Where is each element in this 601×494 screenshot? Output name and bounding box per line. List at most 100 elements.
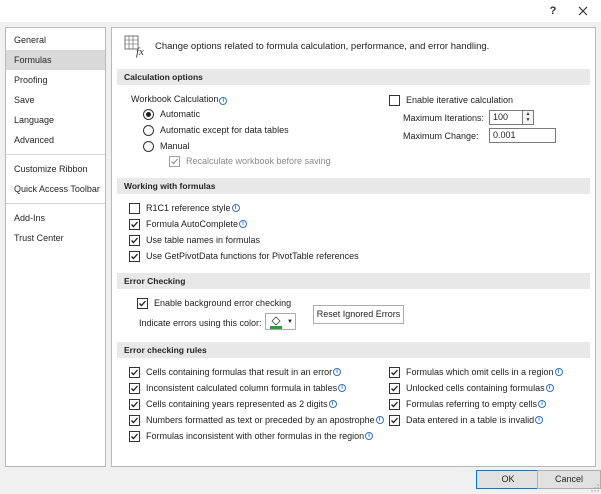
section-working-with-formulas: Working with formulas (117, 178, 590, 194)
formula-autocomplete-checkbox[interactable]: Formula AutoComplete i (129, 217, 248, 231)
rule-omit-cells-checkbox[interactable]: Formulas which omit cells in a region i (389, 365, 563, 379)
close-icon (578, 6, 588, 16)
checkbox[interactable] (129, 250, 140, 262)
rule-label: Data entered in a table is invalid (406, 415, 535, 425)
max-iterations-spinner[interactable]: ▲ ▼ (522, 110, 534, 125)
info-icon: i (545, 384, 554, 392)
use-table-names-label: Use table names in formulas (146, 235, 261, 245)
radio-automatic-except-tables[interactable]: Automatic except for data tables (143, 123, 289, 137)
check-icon (391, 385, 398, 391)
r1c1-reference-checkbox[interactable]: R1C1 reference style i (129, 201, 240, 215)
checkbox[interactable] (389, 414, 400, 426)
info-icon: i (535, 416, 544, 424)
sidebar-item-general[interactable]: General (6, 30, 105, 50)
sidebar-item-proofing[interactable]: Proofing (6, 70, 105, 90)
radio-button[interactable] (143, 108, 154, 120)
rule-numbers-as-text-checkbox[interactable]: Numbers formatted as text or preceded by… (129, 413, 384, 427)
recalculate-before-saving-checkbox[interactable]: Recalculate workbook before saving (169, 154, 331, 168)
radio-button[interactable] (143, 140, 154, 152)
checkbox[interactable] (389, 398, 400, 410)
rule-label: Cells containing formulas that result in… (146, 367, 333, 377)
rule-label: Unlocked cells containing formulas (406, 383, 545, 393)
check-icon (131, 253, 138, 259)
checkbox[interactable] (389, 94, 400, 106)
info-icon: i (365, 432, 374, 440)
info-icon: i (219, 97, 228, 105)
checkbox[interactable] (389, 382, 400, 394)
close-button[interactable] (568, 0, 598, 22)
checkbox[interactable] (129, 414, 140, 426)
check-icon (131, 401, 138, 407)
info-icon: i (375, 416, 384, 424)
rule-inconsistent-region-checkbox[interactable]: Formulas inconsistent with other formula… (129, 429, 374, 443)
rule-two-digit-years-checkbox[interactable]: Cells containing years represented as 2 … (129, 397, 337, 411)
enable-iterative-label: Enable iterative calculation (406, 95, 514, 105)
workbook-calculation-label: Workbook Calculation i (131, 94, 228, 105)
sidebar-divider (6, 203, 105, 204)
radio-button[interactable] (143, 124, 154, 136)
help-button[interactable]: ? (538, 0, 568, 22)
enable-background-error-checking-checkbox[interactable]: Enable background error checking (137, 296, 291, 310)
radio-manual[interactable]: Manual (143, 139, 190, 153)
checkbox[interactable] (129, 218, 140, 230)
max-change-label: Maximum Change: (403, 131, 479, 141)
error-color-picker[interactable]: ▼ (265, 313, 296, 330)
rule-empty-cells-checkbox[interactable]: Formulas referring to empty cells i (389, 397, 547, 411)
sidebar-item-save[interactable]: Save (6, 90, 105, 110)
sidebar-item-trust-center[interactable]: Trust Center (6, 228, 105, 248)
reset-ignored-errors-button[interactable]: Reset Ignored Errors (313, 305, 404, 324)
check-icon (391, 401, 398, 407)
section-error-checking-rules: Error checking rules (117, 342, 590, 358)
max-iterations-input[interactable]: 100 (489, 110, 523, 125)
check-icon (131, 237, 138, 243)
checkbox[interactable] (129, 234, 140, 246)
use-table-names-checkbox[interactable]: Use table names in formulas (129, 233, 260, 247)
rule-invalid-table-data-checkbox[interactable]: Data entered in a table is invalid i (389, 413, 544, 427)
info-icon: i (239, 220, 248, 228)
sidebar-item-add-ins[interactable]: Add-Ins (6, 208, 105, 228)
sidebar-divider (6, 154, 105, 155)
enable-iterative-checkbox[interactable]: Enable iterative calculation (389, 93, 513, 107)
radio-automatic-except-label: Automatic except for data tables (160, 125, 289, 135)
rule-label: Formulas referring to empty cells (406, 399, 538, 409)
rule-inconsistent-column-checkbox[interactable]: Inconsistent calculated column formula i… (129, 381, 347, 395)
spin-down-icon[interactable]: ▼ (523, 117, 533, 123)
sidebar-item-advanced[interactable]: Advanced (6, 130, 105, 150)
sidebar-item-customize-ribbon[interactable]: Customize Ribbon (6, 159, 105, 179)
sidebar-item-formulas[interactable]: Formulas (6, 50, 105, 70)
info-icon: i (554, 368, 563, 376)
recalculate-label: Recalculate workbook before saving (186, 156, 331, 166)
checkbox[interactable] (129, 202, 140, 214)
ok-button[interactable]: OK (476, 470, 540, 489)
rule-cells-formulas-error-checkbox[interactable]: Cells containing formulas that result in… (129, 365, 342, 379)
checkbox[interactable] (169, 155, 180, 167)
rule-label: Formulas inconsistent with other formula… (146, 431, 365, 441)
svg-text:fx: fx (136, 46, 144, 58)
check-icon (131, 221, 138, 227)
checkbox[interactable] (389, 366, 400, 378)
radio-automatic-label: Automatic (160, 109, 201, 119)
radio-automatic[interactable]: Automatic (143, 107, 200, 121)
use-getpivotdata-checkbox[interactable]: Use GetPivotData functions for PivotTabl… (129, 249, 359, 263)
checkbox[interactable] (129, 366, 140, 378)
rule-label: Cells containing years represented as 2 … (146, 399, 328, 409)
resize-grip-icon[interactable] (591, 484, 599, 492)
check-icon (171, 158, 178, 164)
checkbox[interactable] (129, 398, 140, 410)
sidebar-item-quick-access-toolbar[interactable]: Quick Access Toolbar (6, 179, 105, 199)
workbook-calculation-text: Workbook Calculation (131, 94, 219, 104)
sidebar-item-language[interactable]: Language (6, 110, 105, 130)
checkbox[interactable] (137, 297, 148, 309)
checkbox[interactable] (129, 382, 140, 394)
enable-background-error-label: Enable background error checking (154, 298, 292, 308)
rule-unlocked-cells-checkbox[interactable]: Unlocked cells containing formulas i (389, 381, 554, 395)
checkbox[interactable] (129, 430, 140, 442)
rule-label: Numbers formatted as text or preceded by… (146, 415, 375, 425)
check-icon (131, 385, 138, 391)
info-icon: i (538, 400, 547, 408)
max-iterations-label: Maximum Iterations: (403, 113, 485, 123)
max-change-input[interactable]: 0.001 (489, 128, 556, 143)
info-icon: i (328, 400, 337, 408)
rule-label: Formulas which omit cells in a region (406, 367, 554, 377)
check-icon (131, 433, 138, 439)
